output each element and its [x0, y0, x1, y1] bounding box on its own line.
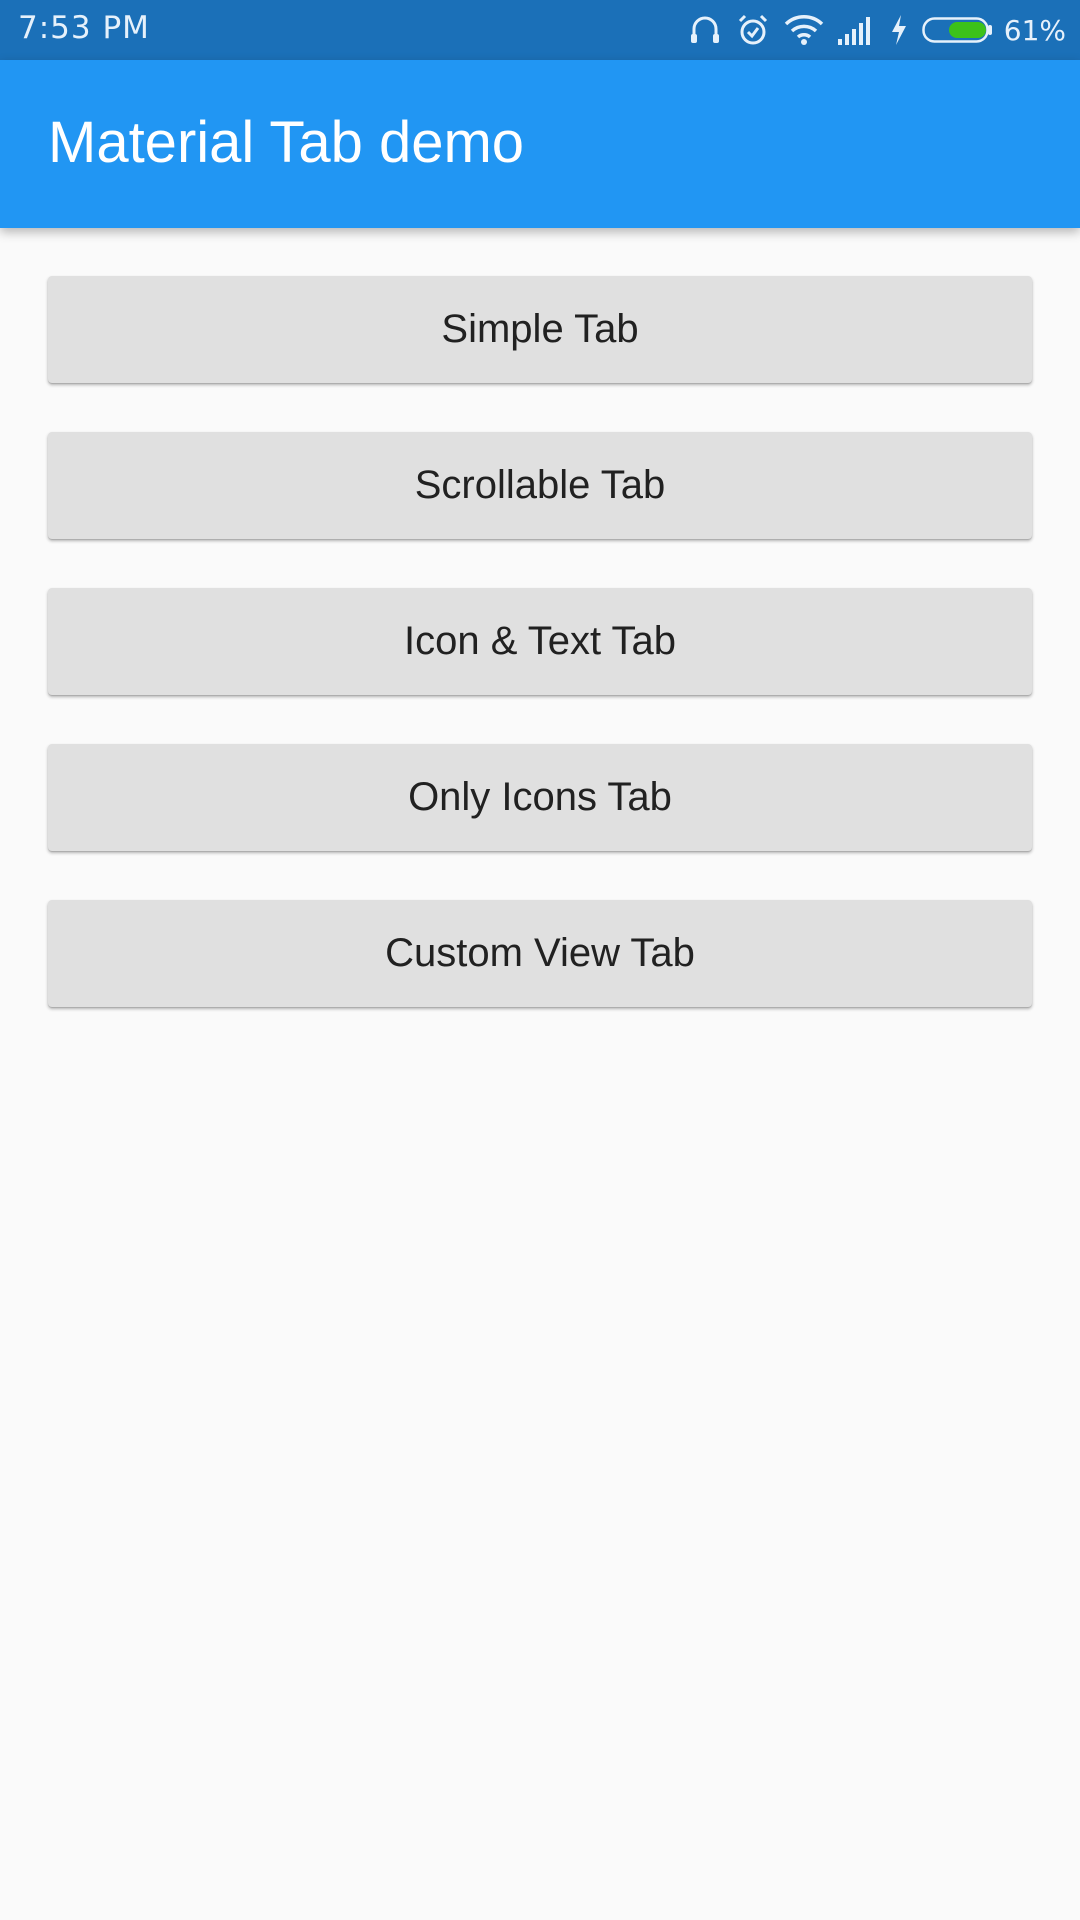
custom-view-tab-button[interactable]: Custom View Tab [48, 900, 1032, 1007]
charging-icon [890, 15, 908, 45]
scrollable-tab-button[interactable]: Scrollable Tab [48, 432, 1032, 539]
icon-text-tab-button[interactable]: Icon & Text Tab [48, 588, 1032, 695]
alarm-icon [736, 13, 770, 47]
battery-icon [922, 15, 994, 45]
wifi-icon [784, 14, 824, 46]
status-icons: 61% [688, 0, 1066, 60]
only-icons-tab-button[interactable]: Only Icons Tab [48, 744, 1032, 851]
main-content: Simple Tab Scrollable Tab Icon & Text Ta… [0, 228, 1080, 1920]
headset-icon [688, 13, 722, 47]
app-bar: Material Tab demo [0, 60, 1080, 228]
page-title: Material Tab demo [48, 110, 525, 175]
battery-percent: 61% [1003, 13, 1066, 47]
simple-tab-button[interactable]: Simple Tab [48, 276, 1032, 383]
status-time: 7:53 PM [18, 10, 150, 46]
signal-icon [837, 15, 876, 45]
status-bar: 7:53 PM 61% [0, 0, 1080, 60]
